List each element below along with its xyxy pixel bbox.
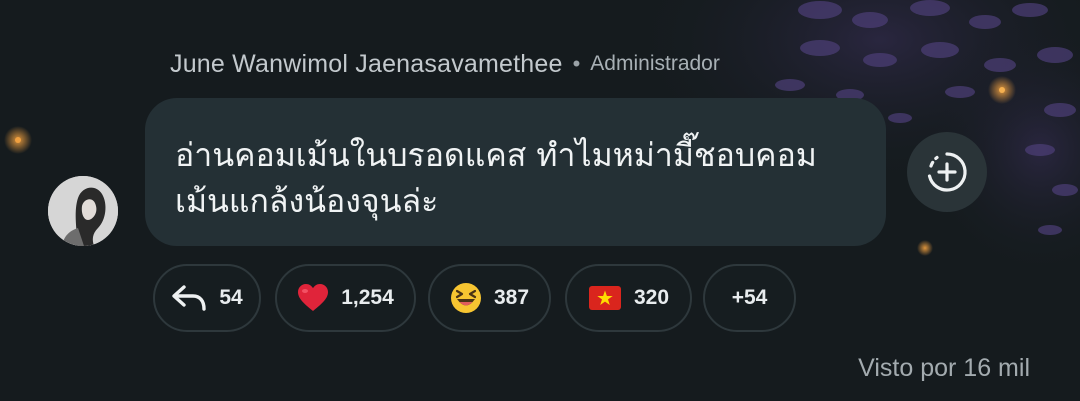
reply-chip[interactable]: 54 xyxy=(153,264,261,332)
red-heart-emoji xyxy=(298,284,329,311)
reply-arrow-icon xyxy=(172,285,207,311)
more-reactions-count: +54 xyxy=(731,286,768,309)
flag-count: 320 xyxy=(633,286,670,309)
message-text-line-1: อ่านคอมเม้นในบรอดแคส ทำไมหม่ามี๊ชอบคอม xyxy=(175,136,817,174)
heart-reaction-chip[interactable]: 1,254 xyxy=(275,264,416,332)
avatar[interactable] xyxy=(48,176,118,246)
message-header: June Wanwimol Jaenasavamethee • Administ… xyxy=(170,48,720,80)
message-text-line-2: เม้นแกล้งน้องจุนล่ะ xyxy=(175,182,439,220)
separator-dot: • xyxy=(572,51,581,76)
author-name[interactable]: June Wanwimol Jaenasavamethee xyxy=(170,50,563,79)
laugh-reaction-chip[interactable]: 387 xyxy=(428,264,551,332)
add-reaction-button[interactable] xyxy=(907,132,987,212)
add-reaction-icon xyxy=(927,152,967,192)
grinning-squinting-emoji xyxy=(450,283,481,313)
vietnam-flag-emoji xyxy=(588,286,621,310)
seen-count: Visto por 16 mil xyxy=(858,354,1030,382)
author-role: Administrador xyxy=(590,52,720,75)
laugh-count: 387 xyxy=(493,286,530,309)
reply-count: 54 xyxy=(219,286,243,309)
message-bubble[interactable]: อ่านคอมเม้นในบรอดแคส ทำไมหม่ามี๊ชอบคอม เ… xyxy=(145,98,886,246)
heart-count: 1,254 xyxy=(341,286,394,309)
flag-reaction-chip[interactable]: 320 xyxy=(565,264,692,332)
more-reactions-chip[interactable]: +54 xyxy=(703,264,796,332)
avatar-photo-icon xyxy=(48,176,118,246)
